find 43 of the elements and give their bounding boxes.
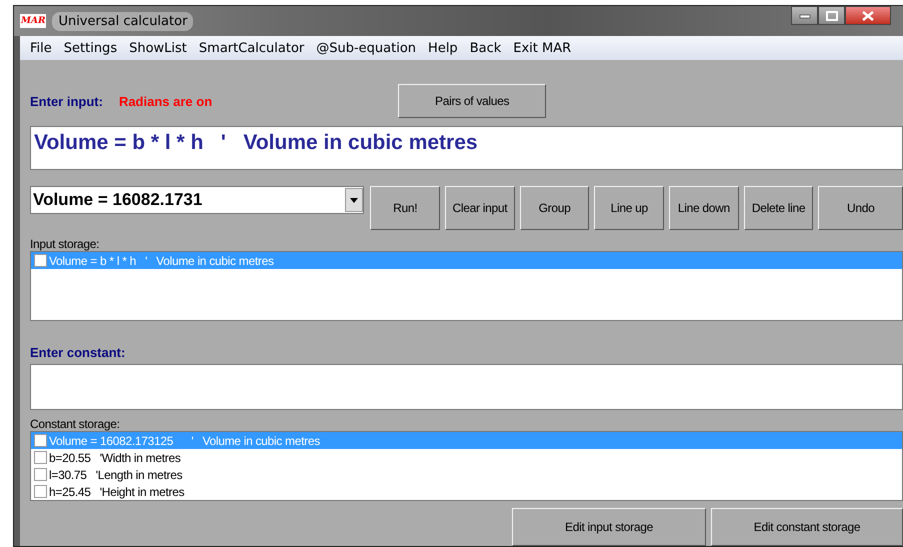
result-combo-box[interactable]: Volume = 16082.1731: [30, 186, 364, 214]
radians-status: Radians are on: [118, 94, 212, 108]
menu-item[interactable]: Back: [464, 40, 508, 56]
checkbox[interactable]: [34, 468, 47, 481]
constant-field[interactable]: [30, 364, 903, 410]
action-button[interactable]: Undo: [818, 186, 903, 230]
constant-storage-label: Constant storage:: [30, 417, 121, 431]
action-button[interactable]: Line down: [669, 186, 739, 230]
edit-storage-button[interactable]: Edit constant storage: [711, 508, 903, 546]
minimize-icon: [798, 12, 810, 18]
window-title: Universal calculator: [52, 12, 194, 30]
menu-item[interactable]: Exit MAR: [507, 40, 578, 56]
action-button[interactable]: Group: [520, 186, 590, 230]
app-logo: MAR: [20, 14, 46, 28]
list-item[interactable]: l=30.75 'Length in metres: [31, 466, 902, 483]
menu-item[interactable]: File: [24, 40, 58, 56]
checkbox[interactable]: [34, 451, 47, 464]
input-storage-label: Input storage:: [30, 237, 100, 251]
close-icon: [861, 10, 875, 20]
maximize-button[interactable]: [818, 6, 845, 25]
checkbox[interactable]: [34, 434, 47, 447]
edit-storage-button[interactable]: Edit input storage: [512, 508, 706, 546]
menu-item[interactable]: @Sub-equation: [310, 40, 422, 56]
checkbox[interactable]: [34, 254, 47, 267]
list-item[interactable]: b=20.55 'Width in metres: [31, 449, 902, 466]
menu-item[interactable]: SmartCalculator: [192, 40, 310, 56]
list-item[interactable]: h=25.45 'Height in metres: [31, 483, 902, 500]
menu-item[interactable]: Settings: [58, 40, 124, 56]
close-button[interactable]: [845, 6, 891, 25]
action-button[interactable]: Line up: [594, 186, 664, 230]
action-button[interactable]: Run!: [370, 186, 440, 230]
input-label: Enter input:: [30, 94, 103, 108]
maximize-icon: [826, 10, 838, 20]
pairs-of-values-button[interactable]: Pairs of values: [398, 84, 546, 118]
checkbox[interactable]: [34, 485, 47, 498]
menu-item[interactable]: ShowList: [123, 40, 193, 56]
action-button[interactable]: Delete line: [744, 186, 814, 230]
constant-label: Enter constant:: [30, 345, 126, 360]
action-button[interactable]: Clear input: [445, 186, 515, 230]
minimize-button[interactable]: [791, 6, 818, 25]
input-field[interactable]: Volume = b * l * h ' Volume in cubic metres: [30, 126, 903, 170]
dropdown-icon: [345, 188, 364, 212]
menu-item[interactable]: Help: [422, 40, 464, 56]
